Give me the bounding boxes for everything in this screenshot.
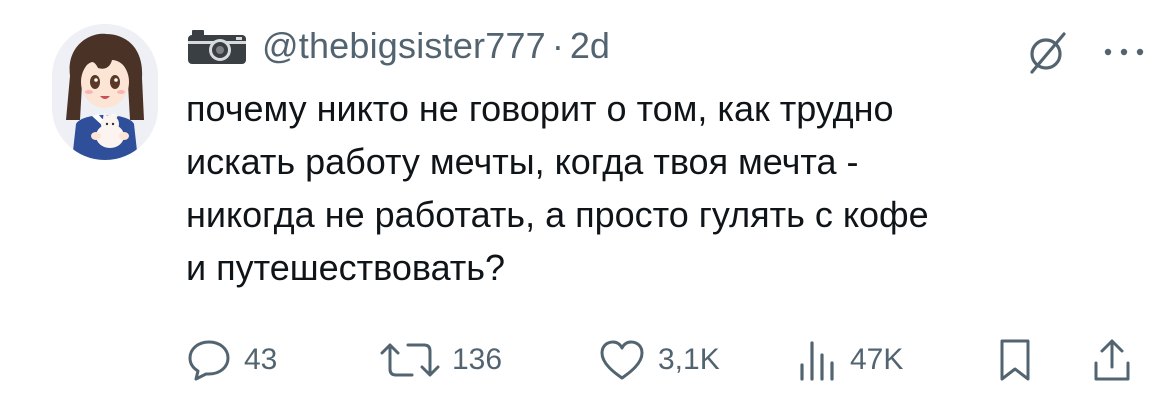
- share-icon: [1094, 339, 1130, 381]
- user-handle[interactable]: @thebigsister777: [262, 25, 546, 67]
- reply-count: 43: [244, 343, 278, 376]
- tweet-header: @thebigsister777 · 2d: [186, 22, 1146, 70]
- tweet-text: почему никто не говорит о том, как трудн…: [186, 82, 1146, 294]
- reply-button[interactable]: 43: [186, 332, 277, 388]
- share-button[interactable]: [1092, 332, 1132, 388]
- tweet-content: @thebigsister777 · 2d почему никто не го…: [186, 22, 1146, 294]
- like-icon: [600, 340, 644, 380]
- separator-dot: ·: [551, 25, 564, 66]
- avatar[interactable]: [52, 24, 158, 160]
- tweet-text-line: никогда не работать, а просто гулять с к…: [186, 194, 929, 235]
- tweet-text-line: и путешествовать?: [186, 247, 506, 288]
- like-count: 3,1K: [658, 343, 720, 376]
- tweet[interactable]: @thebigsister777 · 2d почему никто не го…: [0, 0, 1170, 415]
- reply-icon: [188, 340, 230, 381]
- grok-icon[interactable]: [1024, 28, 1072, 76]
- views-count: 47K: [850, 343, 904, 376]
- bookmark-icon: [1000, 339, 1030, 381]
- action-bar: 43 136 3,1K 47K: [186, 332, 1140, 388]
- views-button[interactable]: 47K: [798, 332, 903, 388]
- tweet-text-line: почему никто не говорит о том, как трудн…: [186, 88, 894, 129]
- tweet-time[interactable]: 2d: [570, 25, 610, 67]
- header-actions: [1024, 28, 1146, 76]
- repost-icon: [380, 343, 440, 377]
- like-button[interactable]: 3,1K: [598, 332, 720, 388]
- repost-count: 136: [452, 343, 503, 376]
- avatar-image: [52, 24, 158, 160]
- camera-icon: [186, 26, 248, 66]
- bookmark-button[interactable]: [998, 332, 1032, 388]
- tweet-text-line: искать работу мечты, когда твоя мечта -: [186, 141, 859, 182]
- repost-button[interactable]: 136: [380, 332, 502, 388]
- more-icon[interactable]: [1102, 42, 1146, 62]
- views-icon: [800, 341, 834, 381]
